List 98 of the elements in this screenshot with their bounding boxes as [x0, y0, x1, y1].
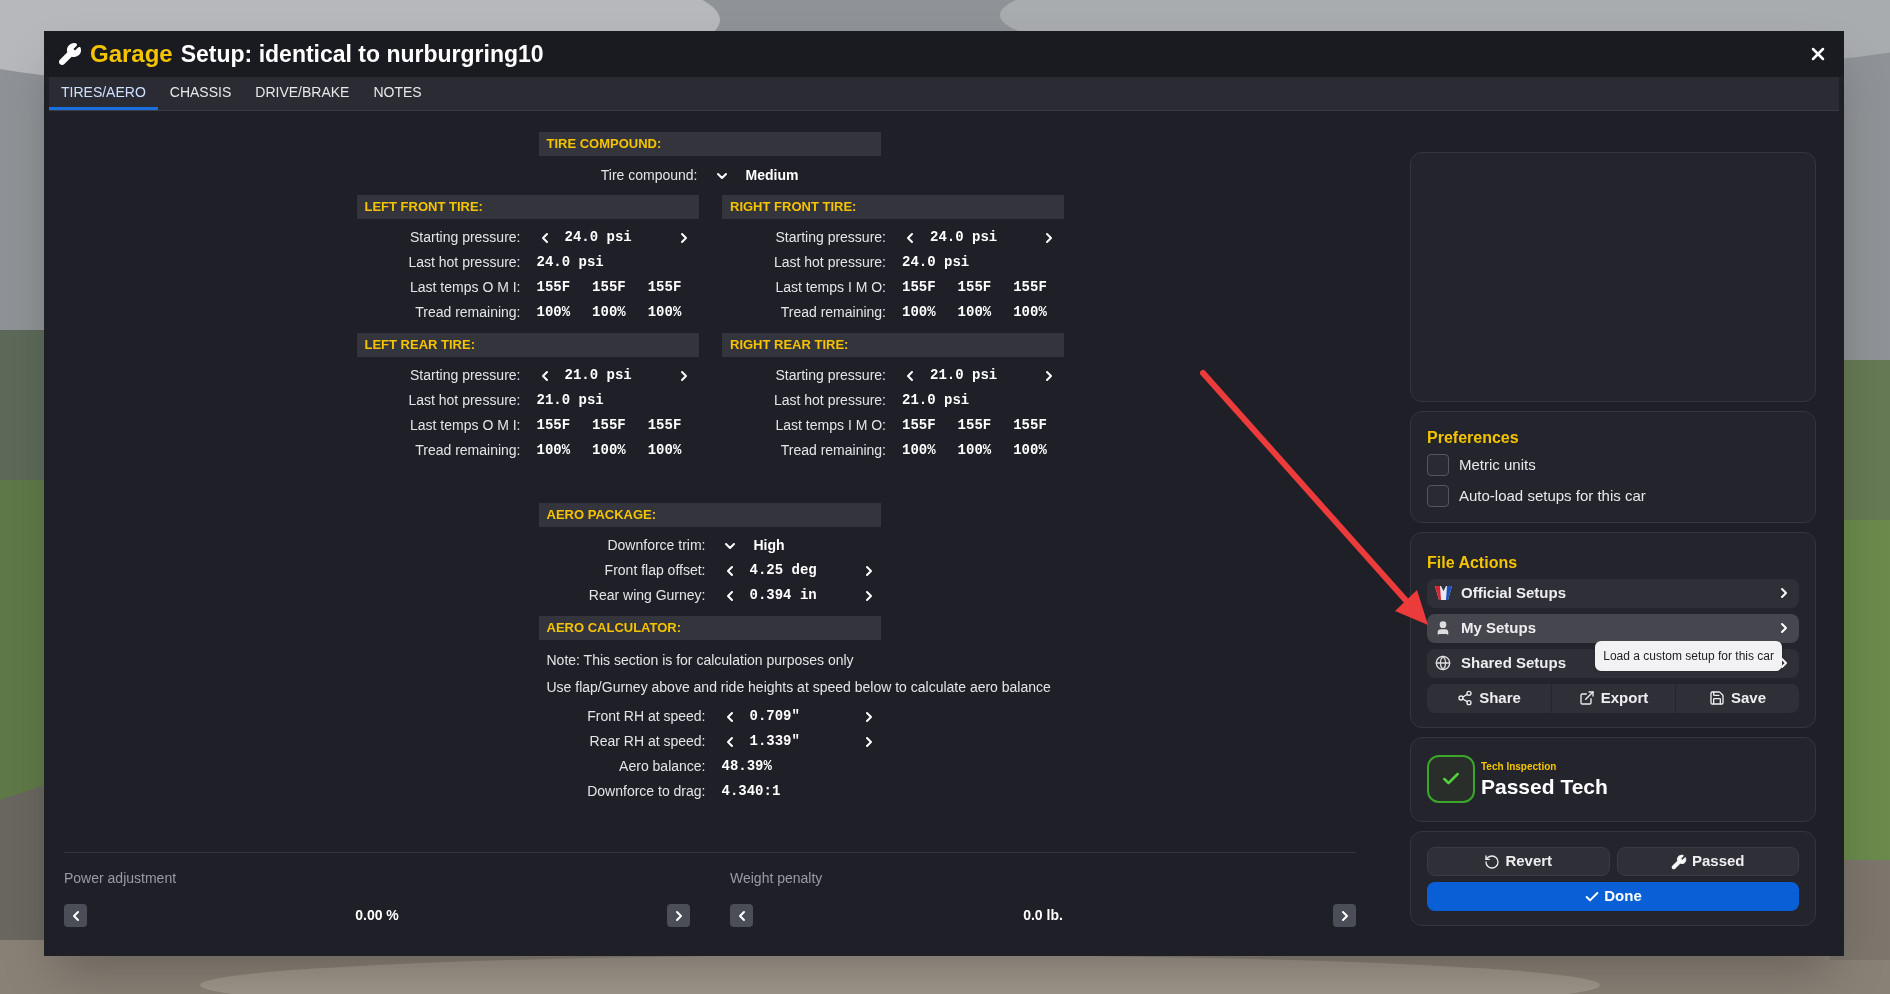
field-label: Starting pressure:: [410, 366, 521, 385]
field-value: 100%: [957, 303, 992, 322]
field-value: 0.394 in: [749, 586, 817, 605]
checkbox-label: Metric units: [1459, 455, 1536, 475]
field-value: 100%: [902, 441, 936, 460]
field-label: Last temps I M O:: [775, 278, 886, 297]
action-button[interactable]: Passed: [1616, 847, 1799, 876]
tab[interactable]: TIRES/AERO: [49, 77, 158, 110]
field-value: 21.0 psi: [902, 391, 970, 410]
field-value: 24.0 psi: [902, 253, 970, 272]
field-value: 100%: [957, 441, 992, 460]
field-value: 100%: [592, 441, 626, 460]
section-header: AERO CALCULATOR:: [538, 616, 881, 640]
field-value: 24.0 psi: [564, 228, 632, 247]
field-value: 24.0 psi: [536, 253, 604, 272]
field-value: 21.0 psi: [930, 366, 998, 385]
setups-menu-item[interactable]: My Setups: [1427, 613, 1799, 643]
field-value: 155F: [957, 278, 992, 297]
field-label: Tread remaining:: [780, 441, 886, 460]
field-value: 4.340:1: [721, 782, 781, 801]
field-label: Last hot pressure:: [773, 391, 886, 410]
file-action-button[interactable]: Share: [1427, 683, 1551, 713]
field-value: 100%: [536, 441, 571, 460]
field-value: 21.0 psi: [536, 391, 604, 410]
app-title: Garage: [90, 39, 173, 69]
field-value: 100%: [647, 441, 682, 460]
field-value: 155F: [536, 416, 571, 435]
field-label: Last temps O M I:: [410, 416, 521, 435]
field-label: Last hot pressure:: [408, 391, 521, 410]
field-value: 155F: [957, 416, 992, 435]
dropdown-value[interactable]: High: [753, 535, 785, 556]
setups-menu-item[interactable]: Official Setups: [1427, 578, 1799, 608]
tab[interactable]: NOTES: [361, 77, 434, 110]
field-label: Downforce trim:: [607, 536, 706, 555]
section-header: LEFT FRONT TIRE:: [356, 195, 699, 219]
field-label: Aero balance:: [619, 757, 706, 776]
file-action-button[interactable]: Export: [1551, 683, 1675, 713]
field-value: 100%: [592, 303, 626, 322]
tooltip: Load a custom setup for this car: [1595, 640, 1782, 671]
field-label: Last temps O M I:: [410, 278, 521, 297]
field-value: 21.0 psi: [564, 366, 632, 385]
dropdown-value[interactable]: Medium: [745, 165, 799, 186]
field-label: Downforce to drag:: [587, 782, 706, 801]
field-value: 155F: [536, 278, 571, 297]
section-header: RIGHT REAR TIRE:: [722, 333, 1064, 357]
checkbox-label: Auto-load setups for this car: [1459, 486, 1646, 506]
section-header: AERO PACKAGE:: [538, 503, 881, 527]
field-value: 155F: [1013, 278, 1047, 297]
field-value: 155F: [592, 416, 626, 435]
done-button[interactable]: Done: [1427, 882, 1799, 911]
card-title: File Actions: [1427, 552, 1519, 573]
field-label: Tire compound:: [600, 166, 698, 185]
section-header: RIGHT FRONT TIRE:: [722, 195, 1064, 219]
field-value: 100%: [1013, 441, 1047, 460]
field-label: Rear wing Gurney:: [588, 586, 706, 605]
field-label: Starting pressure:: [775, 366, 886, 385]
adjustment-value: 0.0 lb.: [1023, 906, 1063, 925]
field-value: 155F: [1013, 416, 1047, 435]
field-value: 155F: [647, 278, 682, 297]
field-label: Last hot pressure:: [773, 253, 886, 272]
card-title: Preferences: [1427, 427, 1520, 448]
tech-caption: Tech Inspection: [1481, 759, 1558, 774]
adjustment-label: Weight penalty: [730, 869, 824, 888]
adjustment-label: Power adjustment: [64, 869, 178, 888]
action-button[interactable]: Revert: [1427, 847, 1610, 876]
field-value: 155F: [647, 416, 682, 435]
tab[interactable]: DRIVE/BRAKE: [243, 77, 362, 110]
adjustment-value: 0.00 %: [355, 906, 399, 925]
field-value: 100%: [902, 303, 936, 322]
window-title: Setup: identical to nurburgring10: [180, 39, 544, 69]
note-text: Note: This section is for calculation purposes only: [546, 651, 854, 670]
field-label: Starting pressure:: [775, 228, 886, 247]
field-label: Rear RH at speed:: [589, 732, 706, 751]
field-value: 100%: [536, 303, 571, 322]
section-header: LEFT REAR TIRE:: [356, 333, 699, 357]
file-action-button[interactable]: Save: [1675, 683, 1799, 713]
note-text: Use flap/Gurney above and ride heights at speed below to calculate aero balance: [546, 678, 1051, 697]
field-value: 0.709": [749, 707, 800, 726]
field-value: 155F: [902, 278, 936, 297]
field-value: 100%: [1013, 303, 1047, 322]
field-label: Starting pressure:: [410, 228, 521, 247]
field-label: Tread remaining:: [780, 303, 886, 322]
field-value: 24.0 psi: [930, 228, 998, 247]
tech-status: Passed Tech: [1481, 773, 1608, 800]
field-label: Front flap offset:: [604, 561, 706, 580]
field-value: 155F: [592, 278, 626, 297]
section-header: TIRE COMPOUND:: [538, 132, 881, 156]
field-label: Front RH at speed:: [587, 707, 706, 726]
field-value: 155F: [902, 416, 936, 435]
field-label: Last hot pressure:: [408, 253, 521, 272]
field-value: 4.25 deg: [749, 561, 817, 580]
field-label: Tread remaining:: [415, 441, 521, 460]
field-value: 1.339": [749, 732, 800, 751]
field-value: 48.39%: [721, 757, 772, 776]
field-label: Last temps I M O:: [775, 416, 886, 435]
tab[interactable]: CHASSIS: [157, 77, 244, 110]
field-value: 100%: [647, 303, 682, 322]
field-label: Tread remaining:: [415, 303, 521, 322]
